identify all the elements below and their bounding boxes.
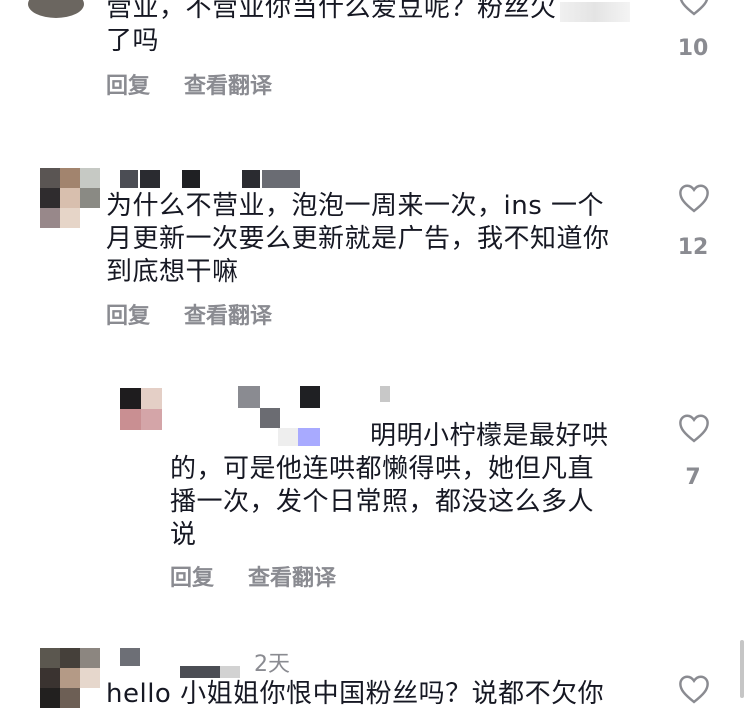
redacted-username bbox=[120, 170, 300, 188]
reply-button[interactable]: 回复 bbox=[170, 560, 214, 592]
comment-line: 为什么不营业，泡泡一周来一次，ins 一个 bbox=[106, 191, 605, 221]
comment-line: 的，可是他连哄都懒得哄，她但凡直 bbox=[170, 454, 595, 484]
like-count: 7 bbox=[685, 465, 701, 490]
comment-line: 了吗 bbox=[106, 26, 160, 56]
comment-text: 明明小柠檬是最好哄 的，可是他连哄都懒得哄，她但凡直 播一次，发个日常照，都没这… bbox=[170, 420, 630, 552]
avatar[interactable] bbox=[40, 648, 100, 708]
comment-line: 明明小柠檬是最好哄 bbox=[370, 421, 609, 451]
reply-button[interactable]: 回复 bbox=[106, 298, 150, 330]
comment-line: 月更新一次要么更新就是广告，我不知道你 bbox=[106, 224, 610, 254]
avatar[interactable] bbox=[28, 0, 84, 18]
heart-outline-icon[interactable] bbox=[677, 0, 711, 16]
comment-line: hello 小姐姐你恨中国粉丝吗？说都不欠你 bbox=[106, 679, 605, 709]
heart-outline-icon[interactable] bbox=[677, 183, 711, 213]
avatar[interactable] bbox=[40, 168, 100, 228]
like-count: 10 bbox=[677, 36, 709, 61]
like-count: 12 bbox=[677, 235, 709, 260]
avatar[interactable] bbox=[120, 388, 162, 430]
view-translation-button[interactable]: 查看翻译 bbox=[248, 560, 336, 592]
comment-time: 2天 bbox=[254, 652, 290, 677]
view-translation-button[interactable]: 查看翻译 bbox=[184, 68, 272, 100]
scrollbar[interactable] bbox=[740, 640, 744, 698]
comment-text: 为什么不营业，泡泡一周来一次，ins 一个 月更新一次要么更新就是广告，我不知道… bbox=[106, 190, 646, 289]
comment-line: 营业，不营业你当什么爱豆呢？粉丝欠 bbox=[106, 0, 557, 23]
comment-line: 说 bbox=[170, 520, 197, 550]
redacted-username bbox=[120, 648, 260, 678]
view-translation-button[interactable]: 查看翻译 bbox=[184, 298, 272, 330]
redacted-blur bbox=[560, 2, 630, 22]
reply-button[interactable]: 回复 bbox=[106, 68, 150, 100]
heart-outline-icon[interactable] bbox=[677, 413, 711, 443]
comment-line: 播一次，发个日常照，都没这么多人 bbox=[170, 487, 595, 517]
comment-text: hello 小姐姐你恨中国粉丝吗？说都不欠你 bbox=[106, 678, 646, 711]
heart-outline-icon[interactable] bbox=[677, 674, 711, 704]
comment-text: 营业，不营业你当什么爱豆呢？粉丝欠 了吗 bbox=[106, 0, 636, 58]
comment-line: 到底想干嘛 bbox=[106, 257, 239, 287]
